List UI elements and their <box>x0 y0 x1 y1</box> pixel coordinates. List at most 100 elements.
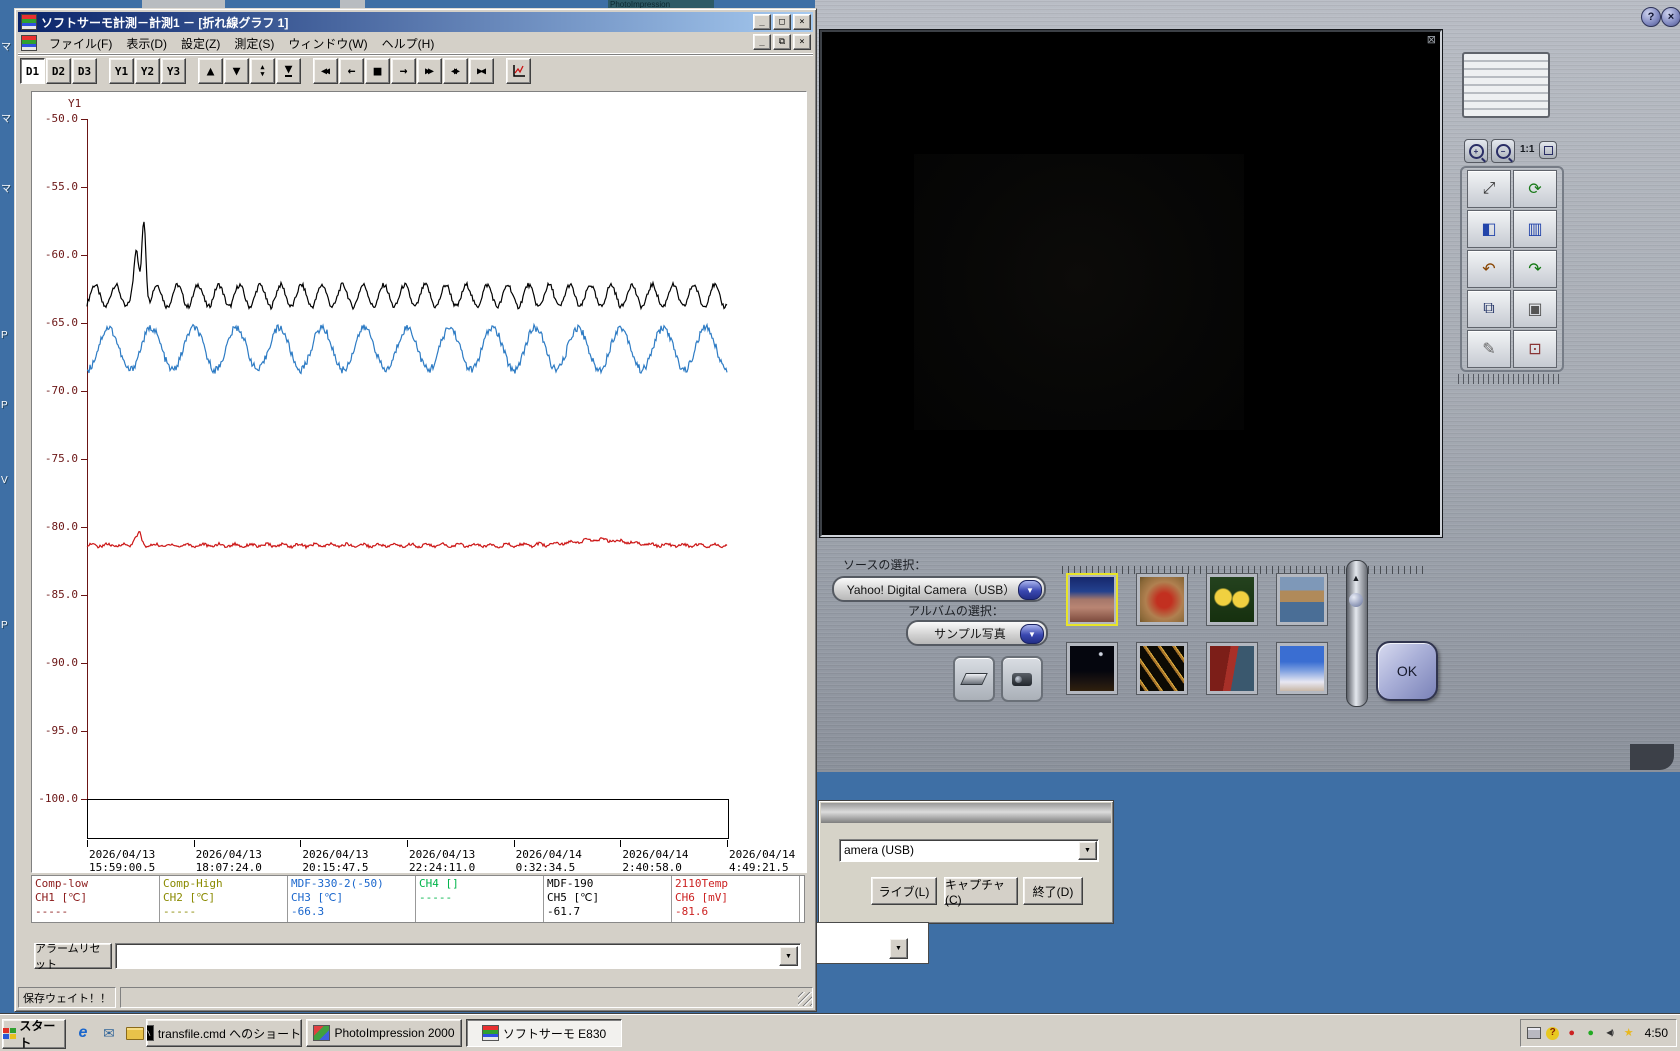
thumbnail-sky-clouds[interactable] <box>1276 642 1328 695</box>
quicklaunch-mail-icon[interactable]: ✉ <box>98 1021 120 1045</box>
scroll-up-button[interactable]: ▲ <box>198 58 223 84</box>
zoom-ratio-label[interactable]: 1:1 <box>1520 144 1534 155</box>
zoom-in-button[interactable]: + <box>1464 139 1488 163</box>
minimize-button[interactable]: _ <box>753 14 771 30</box>
desktop-icon-label[interactable]: P <box>1 330 8 341</box>
menu-ファイル[interactable]: ファイル(F) <box>42 33 119 54</box>
flip-horizontal-tool-button[interactable]: ◧ <box>1467 210 1511 248</box>
zoom-out-button[interactable]: − <box>1491 139 1515 163</box>
shrink-range-button[interactable]: ▶◀ <box>469 58 494 84</box>
paste-tool-button[interactable]: ▣ <box>1513 290 1557 328</box>
quicklaunch-folder-icon[interactable] <box>124 1021 146 1045</box>
step-back-button[interactable]: ← <box>339 58 364 84</box>
edit-tool-panel: ⤢⟳◧▥↶↷⧉▣✎⊡ <box>1460 166 1564 372</box>
star-tray-icon[interactable]: ★ <box>1622 1026 1636 1040</box>
data-select-button-d3[interactable]: D3 <box>72 58 97 84</box>
scroll-range-box[interactable] <box>87 799 729 839</box>
effects-tool-button[interactable]: ✎ <box>1467 330 1511 368</box>
tool-slider-track[interactable] <box>1458 374 1562 384</box>
stop-button[interactable]: ■ <box>365 58 390 84</box>
undo-tool-button[interactable]: ↶ <box>1467 250 1511 288</box>
live-button[interactable]: ライブ(L) <box>871 877 937 905</box>
desktop-icon-label[interactable]: P <box>1 400 8 411</box>
quicklaunch-ie-icon[interactable]: e <box>72 1021 94 1045</box>
source-select-dropdown[interactable]: Yahoo! Digital Camera（USB） ▼ <box>832 576 1046 602</box>
preview-close-icon[interactable]: ⊠ <box>1427 35 1436 46</box>
taskbar-task-thermo[interactable]: ソフトサーモ E830 <box>466 1019 622 1047</box>
thumbnail-rock-spires[interactable] <box>1066 573 1118 626</box>
titlebar[interactable]: ソフトサーモ計測－計測1 － [折れ線グラフ 1] _ □ × <box>18 12 813 32</box>
fit-view-button[interactable] <box>1539 141 1557 159</box>
thumbnail-harbor-town[interactable] <box>1276 573 1328 626</box>
thumbnail-yellow-flowers[interactable] <box>1206 573 1258 626</box>
capture-button[interactable]: キャプチャ(C) <box>944 877 1018 905</box>
alarm-reset-button[interactable]: アラームリセット <box>34 943 112 969</box>
help-button[interactable]: ? <box>1641 7 1661 27</box>
scroll-updown-button[interactable]: ▲▼ <box>250 58 275 84</box>
fast-rewind-button[interactable]: ◀◀ <box>313 58 338 84</box>
resize-tool-button[interactable]: ⤢ <box>1467 170 1511 208</box>
red-status-tray-icon[interactable]: ● <box>1565 1026 1579 1040</box>
mdi-restore-button[interactable]: ⧉ <box>773 34 791 50</box>
axis-select-button-y1[interactable]: Y1 <box>109 58 134 84</box>
copy-tool-button[interactable]: ⧉ <box>1467 290 1511 328</box>
thumbnail-cardinal-bird[interactable] <box>1136 573 1188 626</box>
volume-tray-icon[interactable]: ◀) <box>1603 1026 1617 1040</box>
thumbnail-night-city[interactable] <box>1066 642 1118 695</box>
fast-forward-button[interactable]: ▶▶ <box>417 58 442 84</box>
desktop-icon-label[interactable]: マ <box>1 110 11 125</box>
chevron-down-icon[interactable]: ▼ <box>889 938 908 959</box>
printer-tray-icon[interactable] <box>1527 1026 1541 1040</box>
taskbar-task-pi[interactable]: PhotoImpression 2000 <box>306 1019 462 1047</box>
desktop-icon-label[interactable]: マ <box>1 38 11 53</box>
chevron-down-icon[interactable]: ▼ <box>1018 580 1042 600</box>
mdi-minimize-button[interactable]: _ <box>753 34 771 50</box>
camera-source-combobox[interactable]: amera (USB) ▼ <box>839 839 1099 862</box>
alarm-combobox[interactable]: ▼ <box>115 943 801 969</box>
thumbnail-fiber-optic-lights[interactable] <box>1136 642 1188 695</box>
chevron-down-icon[interactable]: ▼ <box>779 946 798 966</box>
camera-source-button[interactable] <box>1001 656 1043 702</box>
scroll-down-button[interactable]: ▼ <box>224 58 249 84</box>
ok-button[interactable]: OK <box>1376 641 1438 701</box>
flip-vertical-tool-button[interactable]: ▥ <box>1513 210 1557 248</box>
redo-tool-button[interactable]: ↷ <box>1513 250 1557 288</box>
album-select-dropdown[interactable]: サンプル写真 ▼ <box>906 620 1048 646</box>
desktop-icon-label[interactable]: P <box>1 620 8 631</box>
menu-ウィンドウ[interactable]: ウィンドウ(W) <box>281 33 374 54</box>
desktop-icon-label[interactable]: V <box>1 475 8 486</box>
desktop-icon-label[interactable]: マ <box>1 180 11 195</box>
chevron-down-icon[interactable]: ▼ <box>1078 841 1097 860</box>
taskbar-task-cmd[interactable]: C:\transfile.cmd へのショート... <box>146 1019 302 1047</box>
chevron-down-icon[interactable]: ▼ <box>1020 624 1044 644</box>
menu-設定[interactable]: 設定(Z) <box>174 33 227 54</box>
green-status-tray-icon[interactable]: ● <box>1584 1026 1598 1040</box>
maximize-button[interactable]: □ <box>773 14 791 30</box>
close-button[interactable]: × <box>793 14 811 30</box>
scroll-bottom-button[interactable]: ▼ <box>276 58 301 84</box>
start-button[interactable]: スタート <box>2 1019 66 1049</box>
scrollbar-thumb[interactable] <box>1349 593 1363 607</box>
step-forward-button[interactable]: → <box>391 58 416 84</box>
data-select-button-d2[interactable]: D2 <box>46 58 71 84</box>
graph-tool-button[interactable] <box>506 58 531 84</box>
scanner-source-button[interactable] <box>953 656 995 702</box>
frame-tool-button[interactable]: ⊡ <box>1513 330 1557 368</box>
rotate-tool-button[interactable]: ⟳ <box>1513 170 1557 208</box>
thumbnail-scrollbar[interactable]: ▲ <box>1346 560 1368 707</box>
menu-ヘルプ[interactable]: ヘルプ(H) <box>375 33 442 54</box>
close-button[interactable]: × <box>1661 7 1680 27</box>
thumbnail-lighthouse-ship[interactable] <box>1206 642 1258 695</box>
data-select-button-d1[interactable]: D1 <box>20 58 45 84</box>
scroll-up-icon[interactable]: ▲ <box>1349 573 1363 589</box>
axis-select-button-y3[interactable]: Y3 <box>161 58 186 84</box>
exit-button[interactable]: 終了(D) <box>1023 877 1083 905</box>
axis-select-button-y2[interactable]: Y2 <box>135 58 160 84</box>
menu-表示[interactable]: 表示(D) <box>119 33 174 54</box>
resize-grip[interactable] <box>798 992 812 1006</box>
update-question-tray-icon[interactable]: ? <box>1546 1026 1560 1040</box>
menu-測定[interactable]: 測定(S) <box>227 33 281 54</box>
capture-dialog-titlebar[interactable] <box>821 803 1111 823</box>
mdi-close-button[interactable]: × <box>793 34 811 50</box>
expand-range-button[interactable]: ◀▶ <box>443 58 468 84</box>
